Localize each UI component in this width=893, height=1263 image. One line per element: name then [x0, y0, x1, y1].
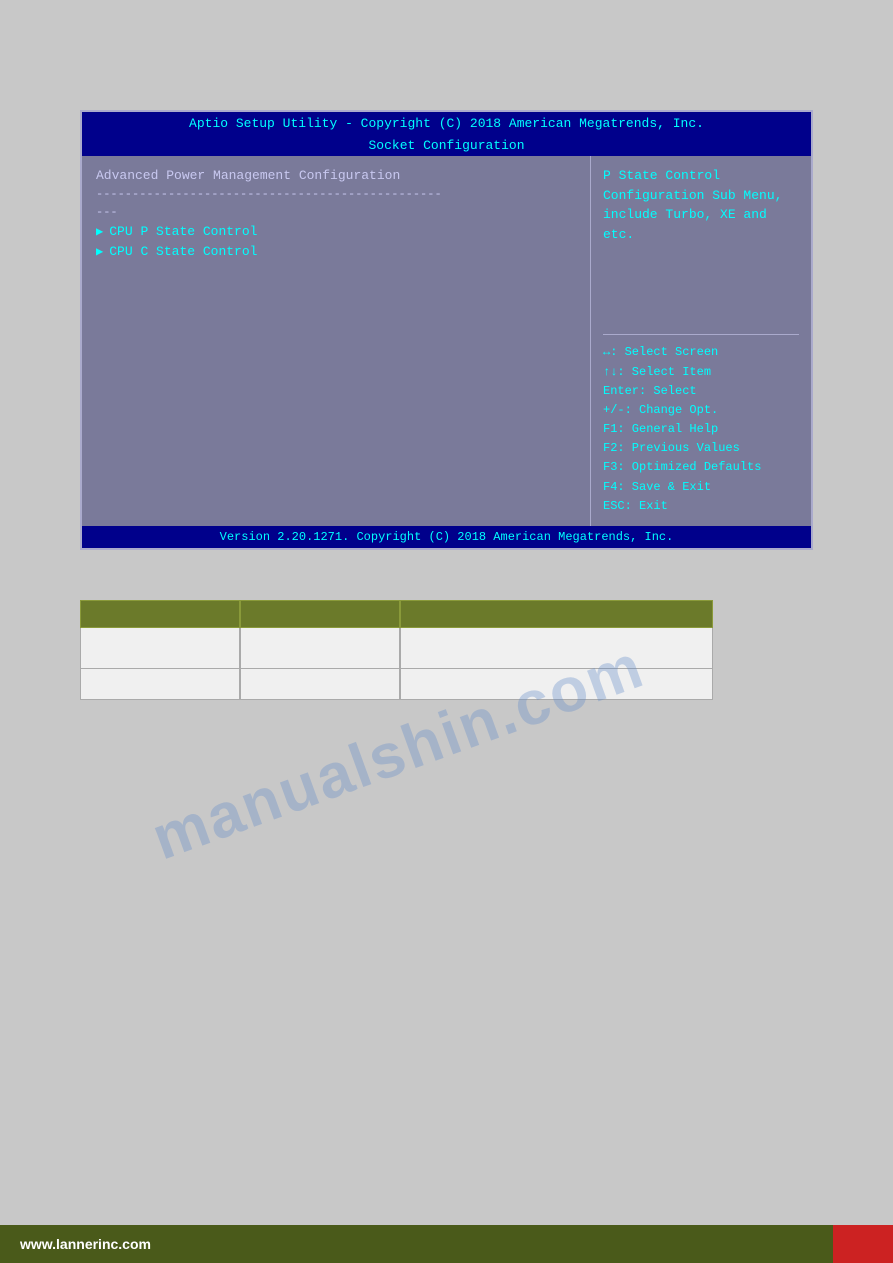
key-f1: F1: General Help [603, 420, 799, 439]
bios-title-text: Aptio Setup Utility - Copyright (C) 2018… [189, 116, 704, 131]
help-line3: include Turbo, XE and [603, 207, 767, 222]
separator-line: ----------------------------------------… [96, 187, 576, 201]
bios-screen: Aptio Setup Utility - Copyright (C) 2018… [80, 110, 813, 550]
help-line2: Configuration Sub Menu, [603, 188, 782, 203]
bios-footer: Version 2.20.1271. Copyright (C) 2018 Am… [82, 526, 811, 548]
table-cell-1-3 [400, 628, 713, 668]
table-cell-2-1 [80, 669, 240, 699]
section-title: Advanced Power Management Configuration [96, 168, 576, 183]
menu-item-label-cpu-c-state: CPU C State Control [109, 244, 257, 259]
bios-subtitle-bar: Socket Configuration [82, 135, 811, 156]
bios-subtitle-text: Socket Configuration [368, 138, 524, 153]
footer-accent [833, 1225, 893, 1263]
help-line1: P State Control [603, 168, 720, 183]
key-change-opt: +/-: Change Opt. [603, 401, 799, 420]
bios-help-text: P State Control Configuration Sub Menu, … [603, 166, 799, 326]
table-header-row [80, 600, 713, 628]
key-f4: F4: Save & Exit [603, 478, 799, 497]
bios-key-legend: ↔: Select Screen ↑↓: Select Item Enter: … [603, 343, 799, 516]
help-line4: etc. [603, 227, 634, 242]
site-footer-url: www.lannerinc.com [20, 1236, 151, 1252]
table-body-row-2 [80, 669, 713, 700]
dashes-line: --- [96, 205, 576, 219]
key-esc: ESC: Exit [603, 497, 799, 516]
site-footer: www.lannerinc.com [0, 1225, 893, 1263]
table-header-col2 [240, 600, 400, 628]
table-cell-1-1 [80, 628, 240, 668]
bios-main-area: Advanced Power Management Configuration … [82, 156, 811, 526]
key-select-screen: ↔: Select Screen [603, 343, 799, 362]
key-f2: F2: Previous Values [603, 439, 799, 458]
table-body-row-1 [80, 628, 713, 669]
key-enter: Enter: Select [603, 382, 799, 401]
table-header-col3 [400, 600, 713, 628]
table-cell-1-2 [240, 628, 400, 668]
menu-item-cpu-p-state[interactable]: ▶ CPU P State Control [96, 224, 576, 239]
bios-right-panel: P State Control Configuration Sub Menu, … [591, 156, 811, 526]
table-cell-2-2 [240, 669, 400, 699]
table-cell-2-3 [400, 669, 713, 699]
key-select-item: ↑↓: Select Item [603, 363, 799, 382]
bios-left-panel: Advanced Power Management Configuration … [82, 156, 591, 526]
key-f3: F3: Optimized Defaults [603, 458, 799, 477]
bios-footer-text: Version 2.20.1271. Copyright (C) 2018 Am… [220, 530, 674, 544]
bios-title-bar: Aptio Setup Utility - Copyright (C) 2018… [82, 112, 811, 135]
arrow-icon-c-state: ▶ [96, 244, 103, 259]
table-header-col1 [80, 600, 240, 628]
help-divider [603, 334, 799, 335]
arrow-icon-p-state: ▶ [96, 224, 103, 239]
table-section [80, 600, 713, 700]
menu-item-label-cpu-p-state: CPU P State Control [109, 224, 257, 239]
menu-item-cpu-c-state[interactable]: ▶ CPU C State Control [96, 244, 576, 259]
